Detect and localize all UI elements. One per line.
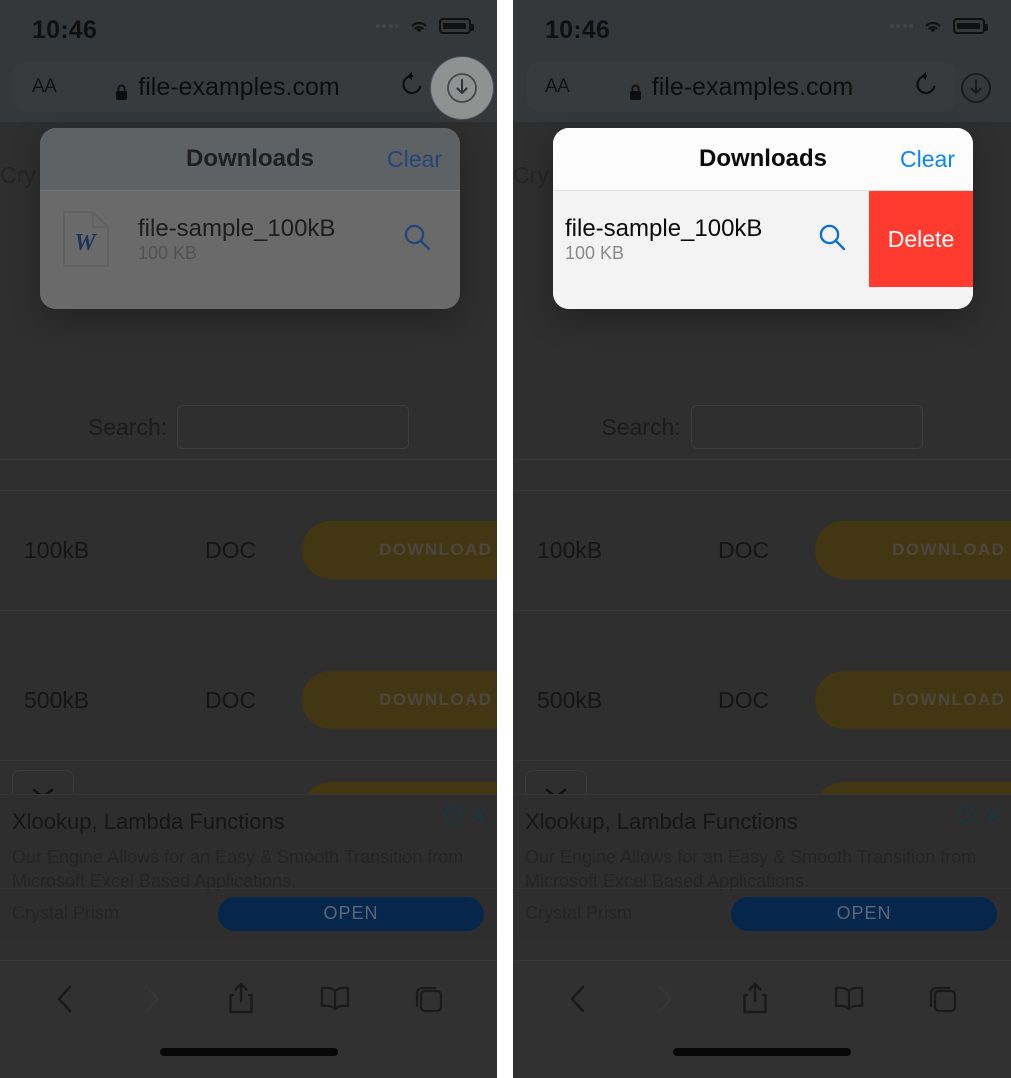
clear-button[interactable]: Clear xyxy=(387,146,442,173)
screenshot-stage: 10:46 AA file-examples.com Cry Search: 1… xyxy=(0,0,1011,1078)
download-file-name: file-sample_100kB xyxy=(565,214,763,242)
safari-page-left: 10:46 AA file-examples.com Cry Search: 1… xyxy=(0,0,497,1078)
downloads-popup-header: Downloads Clear xyxy=(40,128,460,190)
safari-page-right: 10:46 AA file-examples.com Cry Search: 1… xyxy=(513,0,1011,1078)
download-item-row[interactable]: W file-sample_100kB 100 KB xyxy=(40,191,460,287)
delete-button[interactable]: Delete xyxy=(869,191,973,287)
magnifier-icon[interactable] xyxy=(817,222,847,257)
download-item-row[interactable]: file-sample_100kB 100 KB Delete xyxy=(553,191,973,287)
panel-right: 10:46 AA file-examples.com Cry Search: 1… xyxy=(513,0,1011,1078)
download-file-size: 100 KB xyxy=(138,242,198,263)
word-document-icon: W xyxy=(62,210,110,268)
download-file-name: file-sample_100kB xyxy=(138,214,336,242)
downloads-popup: Downloads Clear file-sample_100kB 100 KB… xyxy=(553,128,973,309)
magnifier-icon[interactable] xyxy=(402,222,432,257)
downloads-popup-footer xyxy=(553,287,973,309)
clear-button[interactable]: Clear xyxy=(900,146,955,173)
downloads-popup: Downloads Clear W file-sample_100kB 100 … xyxy=(40,128,460,309)
downloads-popup-header: Downloads Clear xyxy=(553,128,973,190)
svg-text:W: W xyxy=(74,230,97,256)
downloads-title: Downloads xyxy=(698,145,827,172)
downloads-popup-footer xyxy=(40,287,460,309)
download-file-size: 100 KB xyxy=(565,242,625,263)
downloads-title: Downloads xyxy=(185,145,314,172)
panel-left: 10:46 AA file-examples.com Cry Search: 1… xyxy=(0,0,497,1078)
